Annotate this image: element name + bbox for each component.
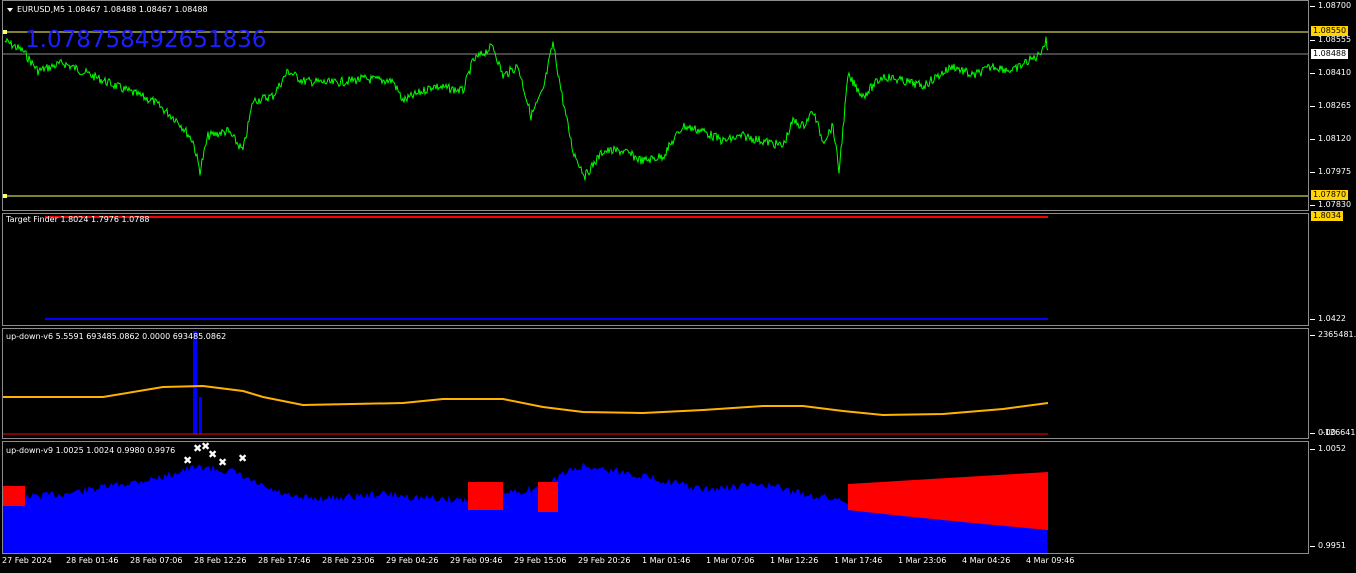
updown-v9-canvas: ✖✖✖✖✖ ✖ xyxy=(3,442,1048,553)
time-label: 28 Feb 12:26 xyxy=(194,556,247,565)
time-label: 28 Feb 01:46 xyxy=(66,556,119,565)
target-finder-scale-label: 1.0422 xyxy=(1318,314,1346,323)
time-label: 29 Feb 09:46 xyxy=(450,556,503,565)
current-price-tag: 1.08488 xyxy=(1311,49,1349,59)
price-tick xyxy=(1310,139,1315,140)
lower-level-tag: 1.07870 xyxy=(1311,190,1349,200)
cross-marker-icon: ✖ xyxy=(183,454,192,467)
time-label: 4 Mar 04:26 xyxy=(962,556,1011,565)
time-label: 29 Feb 15:06 xyxy=(514,556,567,565)
updown-v6-scale[interactable] xyxy=(1310,328,1356,439)
cross-marker-icon: ✖ xyxy=(218,456,227,469)
updown-v9-scale[interactable] xyxy=(1310,441,1356,554)
scale-tick xyxy=(1310,319,1315,320)
time-label: 4 Mar 09:46 xyxy=(1026,556,1075,565)
updown-v9-red-area xyxy=(3,486,25,506)
updown-v6-title: up-down-v6 5.5591 693485.0862 0.0000 693… xyxy=(6,332,227,341)
updown-v9-red-area xyxy=(538,482,558,512)
price-tick xyxy=(1310,205,1315,206)
price-label: 1.08410 xyxy=(1318,68,1352,77)
target-finder-title: Target Finder 1.8024 1.7976 1.0788 xyxy=(6,215,150,224)
time-label: 1 Mar 23:06 xyxy=(898,556,947,565)
cross-marker-icon: ✖ xyxy=(208,448,217,461)
triangle-down-icon[interactable] xyxy=(7,7,13,12)
upper-level-tag: 1.08550 xyxy=(1311,26,1349,36)
symbol-title: EURUSD,M5 1.08467 1.08488 1.08467 1.0848… xyxy=(17,5,208,14)
price-label: 1.08700 xyxy=(1318,1,1352,10)
time-label: 1 Mar 12:26 xyxy=(770,556,819,565)
target-finder-scale[interactable] xyxy=(1310,213,1356,326)
price-tick xyxy=(1310,172,1315,173)
scale-tick xyxy=(1310,449,1315,450)
histogram-bar xyxy=(199,397,202,434)
updown-v9-scale-top: 1.0052 xyxy=(1318,444,1346,453)
scale-tick xyxy=(1310,546,1315,547)
price-chart-pane[interactable]: EURUSD,M5 1.08467 1.08488 1.08467 1.0848… xyxy=(2,0,1309,211)
level-handle xyxy=(3,30,7,34)
updown-v6-line xyxy=(3,384,1049,417)
price-tick xyxy=(1310,40,1315,41)
time-label: 29 Feb 20:26 xyxy=(578,556,631,565)
updown-v6-scale-bottom-b: -126641.9 xyxy=(1322,428,1356,437)
price-label: 1.07830 xyxy=(1318,200,1352,209)
cross-marker-icon: ✖ xyxy=(238,452,247,465)
updown-v9-title: up-down-v9 1.0025 1.0024 0.9980 0.9976 xyxy=(6,446,176,455)
time-label: 1 Mar 07:06 xyxy=(706,556,755,565)
price-label: 1.08265 xyxy=(1318,101,1352,110)
big-value-label: 1.078758492651836 xyxy=(25,27,267,53)
price-label: 1.08120 xyxy=(1318,134,1352,143)
target-finder-canvas xyxy=(45,216,1048,320)
time-label: 28 Feb 07:06 xyxy=(130,556,183,565)
time-label: 28 Feb 17:46 xyxy=(258,556,311,565)
price-series-line xyxy=(4,36,1049,181)
updown-v6-scale-top: 2365481.9 xyxy=(1318,330,1356,339)
time-label: 1 Mar 17:46 xyxy=(834,556,883,565)
price-label: 1.08555 xyxy=(1318,35,1352,44)
updown-v9-scale-bottom: 0.9951 xyxy=(1318,541,1346,550)
target-finder-pane[interactable] xyxy=(2,213,1309,326)
updown-v9-pane[interactable]: ✖ ✖ ✖ ✖ ✖ ✖ xyxy=(2,441,1309,554)
updown-v6-canvas xyxy=(3,331,1049,435)
time-label: 28 Feb 23:06 xyxy=(322,556,375,565)
chart-header: EURUSD,M5 1.08467 1.08488 1.08467 1.0848… xyxy=(7,5,208,15)
histogram-bar xyxy=(193,331,197,434)
price-tick xyxy=(1310,6,1315,7)
time-label: 1 Mar 01:46 xyxy=(642,556,691,565)
updown-v6-pane[interactable] xyxy=(2,328,1309,439)
price-tick xyxy=(1310,106,1315,107)
scale-tick xyxy=(1310,433,1315,434)
time-label: 27 Feb 2024 xyxy=(2,556,52,565)
time-label: 29 Feb 04:26 xyxy=(386,556,439,565)
level-handle xyxy=(3,194,7,198)
updown-v9-red-area xyxy=(468,482,503,510)
price-label: 1.07975 xyxy=(1318,167,1352,176)
price-tick xyxy=(1310,73,1315,74)
target-finder-value-tag: 1.8034 xyxy=(1311,211,1343,221)
scale-tick xyxy=(1310,335,1315,336)
